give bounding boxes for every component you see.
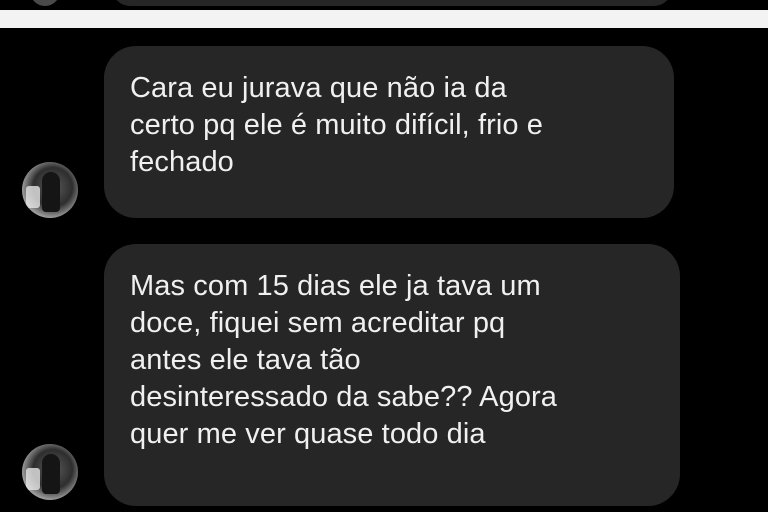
previous-message-bubble: [112, 0, 672, 6]
avatar-photo-light: [26, 468, 40, 490]
chat-screenshot: Cara eu jurava que não ia da certo pq el…: [0, 0, 768, 512]
avatar-photo-figure: [42, 172, 60, 212]
sender-avatar[interactable]: [22, 444, 78, 500]
message-text-line: desinteressado da sabe?? Agora: [130, 381, 558, 413]
message-bubble[interactable]: Cara eu jurava que não ia da certo pq el…: [104, 46, 674, 218]
screenshot-divider: [0, 10, 768, 28]
message-text-line: antes ele tava tão: [130, 344, 361, 376]
avatar-photo-figure: [42, 454, 60, 494]
message-text-line: fechado: [130, 146, 234, 178]
message-text-line: Cara eu jurava que não ia da: [130, 72, 507, 104]
previous-screenshot-edge: [0, 0, 768, 8]
message-text-line: Mas com 15 dias ele ja tava um: [130, 270, 541, 302]
previous-avatar: [30, 0, 60, 6]
message-text-line: quer me ver quase todo dia: [130, 418, 486, 450]
message-text-line: doce, fiquei sem acreditar pq: [130, 307, 506, 339]
message-text-line: certo pq ele é muito difícil, frio e: [130, 109, 544, 141]
message-bubble[interactable]: Mas com 15 dias ele ja tava um doce, fiq…: [104, 244, 680, 506]
sender-avatar[interactable]: [22, 162, 78, 218]
avatar-photo-light: [26, 186, 40, 208]
